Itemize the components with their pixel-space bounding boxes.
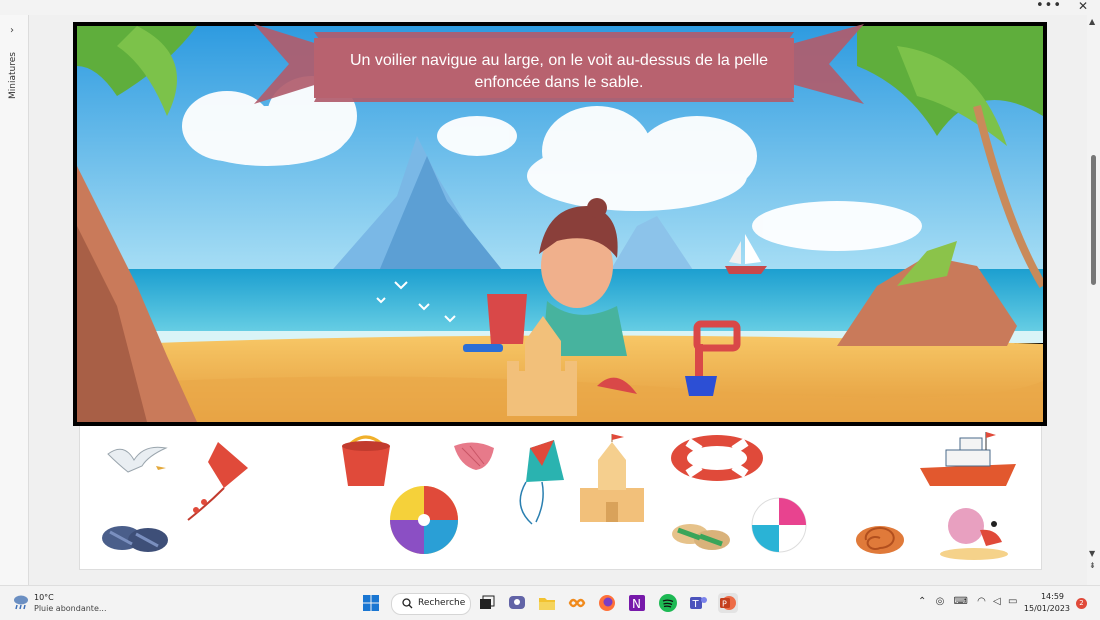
weather-description[interactable]: Pluie abondante... <box>34 604 107 613</box>
infinity-app-icon[interactable] <box>567 593 587 613</box>
caption-line-1: Un voilier navigue au large, on le voit … <box>349 52 769 69</box>
keyboard-icon[interactable]: ⌨ <box>954 596 968 607</box>
beachball-image[interactable] <box>388 484 460 556</box>
scroll-up-icon[interactable]: ▲ <box>1089 17 1095 26</box>
task-view-icon[interactable] <box>477 593 497 613</box>
vertical-scrollbar[interactable]: ▲ ▼ ⇟ <box>1088 15 1100 585</box>
search-label: Recherche <box>418 598 466 608</box>
rain-weather-icon[interactable] <box>12 593 30 611</box>
thumbnails-sidebar: › Miniatures <box>0 15 29 585</box>
taskbar-search-box[interactable]: Recherche <box>391 593 471 615</box>
sandals-blue-image[interactable] <box>100 516 170 556</box>
scroll-down-icon[interactable]: ▼ <box>1089 549 1095 558</box>
search-icon <box>402 598 413 609</box>
scrollbar-thumb[interactable] <box>1091 155 1096 285</box>
svg-text:P: P <box>722 600 727 609</box>
hermit-crab-image[interactable] <box>936 500 1012 562</box>
windows-start-icon[interactable] <box>361 593 381 613</box>
taskbar: 10°C Pluie abondante... Recherche N T P … <box>0 585 1100 620</box>
thumbnails-label[interactable]: Miniatures <box>8 52 18 99</box>
title-bar: ••• ✕ <box>0 0 1100 15</box>
clock-time[interactable]: 14:59 <box>1041 592 1064 601</box>
seagull-image[interactable] <box>104 438 170 480</box>
caption-text[interactable]: Un voilier navigue au large, on le voit … <box>324 50 794 94</box>
clock-date[interactable]: 15/01/2023 <box>1024 604 1070 613</box>
item-tray <box>79 426 1042 570</box>
svg-text:T: T <box>692 599 700 610</box>
bucket-image[interactable] <box>338 434 394 490</box>
close-button[interactable]: ✕ <box>1078 0 1088 13</box>
powerpoint-icon[interactable]: P <box>718 593 738 613</box>
sandals-green-image[interactable] <box>670 512 730 554</box>
spotify-icon[interactable] <box>658 593 678 613</box>
boat-image[interactable] <box>916 430 1020 490</box>
wifi-icon[interactable]: ◠ <box>977 596 986 607</box>
expand-sidebar-button[interactable]: › <box>10 25 14 36</box>
onenote-icon[interactable]: N <box>627 593 647 613</box>
teams-icon[interactable]: T <box>688 593 708 613</box>
battery-icon[interactable]: ▭ <box>1008 596 1017 607</box>
next-slide-icon[interactable]: ⇟ <box>1089 561 1096 570</box>
svg-text:N: N <box>632 597 641 611</box>
kite-red-image[interactable] <box>178 438 252 524</box>
weather-temperature[interactable]: 10°C <box>34 593 54 602</box>
slide-frame: Un voilier navigue au large, on le voit … <box>73 22 1047 426</box>
snail-shell-image[interactable] <box>850 520 906 556</box>
more-options-button[interactable]: ••• <box>1036 0 1062 13</box>
caption-banner: Un voilier navigue au large, on le voit … <box>254 24 864 104</box>
system-tray: ⌃ ◎ ⌨ ◠ ◁ ▭ <box>918 596 1017 607</box>
sandcastle-image[interactable] <box>572 432 652 524</box>
notification-badge[interactable]: 2 <box>1076 598 1087 609</box>
network-status-icon[interactable]: ◎ <box>936 596 945 607</box>
kite-blue-image[interactable] <box>492 436 572 526</box>
lifebuoy-image[interactable] <box>668 432 766 484</box>
teams-chat-icon[interactable] <box>507 593 527 613</box>
file-explorer-icon[interactable] <box>537 593 557 613</box>
caption-line-2: enfoncée dans le sable. <box>474 74 644 91</box>
volume-icon[interactable]: ◁ <box>993 596 1001 607</box>
chevron-up-icon[interactable]: ⌃ <box>918 596 926 607</box>
firefox-icon[interactable] <box>597 593 617 613</box>
beachball-pink-image[interactable] <box>750 496 808 554</box>
